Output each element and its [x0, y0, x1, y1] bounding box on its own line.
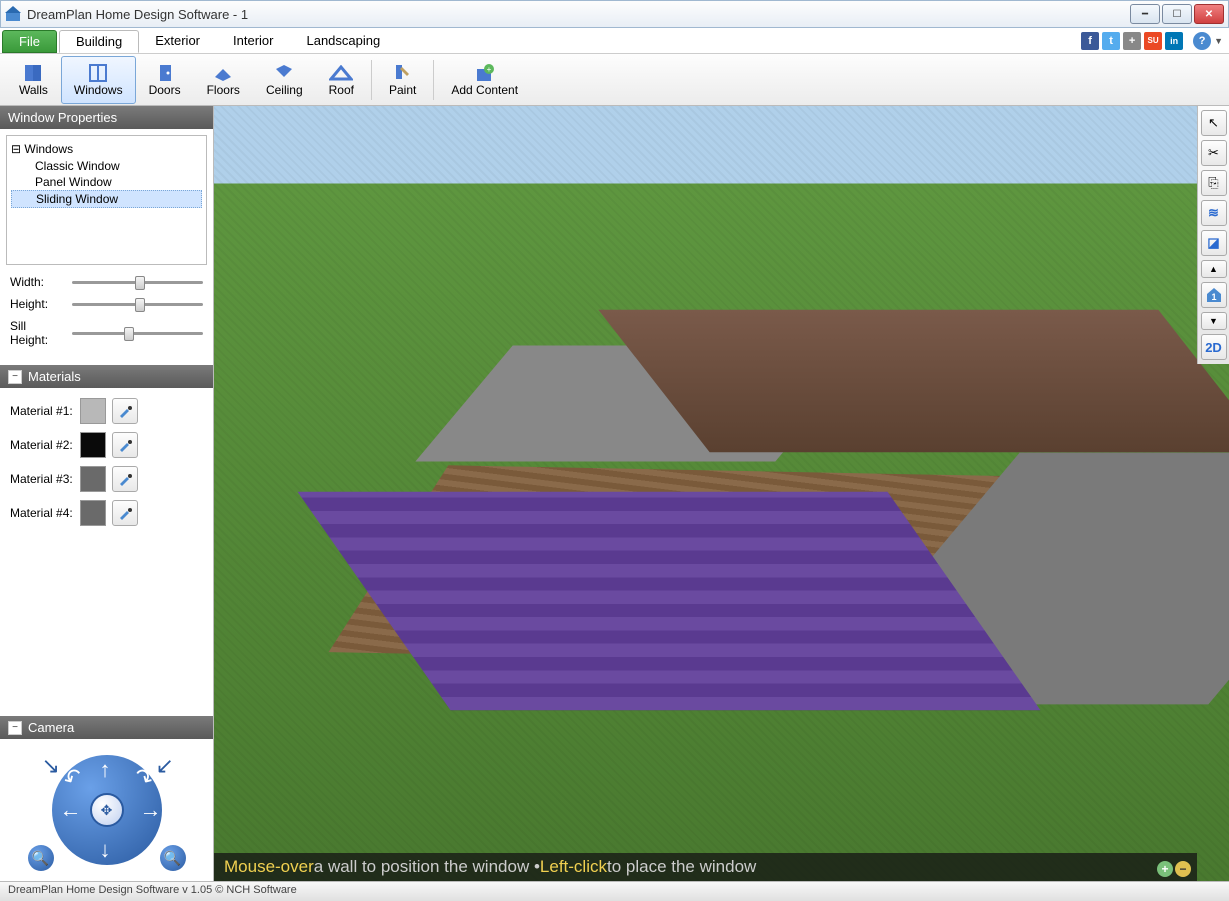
material-row-3: Material #3: — [6, 462, 207, 496]
floors-icon — [211, 63, 235, 83]
camera-left-icon[interactable]: ← — [60, 797, 82, 823]
hint-minus-icon[interactable]: − — [1175, 861, 1191, 877]
sidebar: Window Properties ⊟ Windows Classic Wind… — [0, 106, 214, 881]
file-menu[interactable]: File — [2, 30, 57, 53]
add-content-button[interactable]: + Add Content — [438, 56, 531, 104]
material-4-picker[interactable] — [112, 500, 138, 526]
material-row-4: Material #4: — [6, 496, 207, 530]
properties-header: Window Properties — [0, 106, 213, 129]
help-icon[interactable]: ? — [1193, 32, 1211, 50]
window-tree[interactable]: ⊟ Windows Classic Window Panel Window Sl… — [6, 135, 207, 265]
collapse-camera-icon[interactable]: − — [8, 721, 22, 735]
help-dropdown-icon[interactable]: ▼ — [1214, 36, 1223, 46]
zoom-in-icon[interactable]: 🔍 — [160, 845, 186, 871]
ceiling-icon — [272, 63, 296, 83]
walls-button[interactable]: Walls — [6, 56, 61, 104]
camera-down-icon[interactable]: ↓ — [100, 837, 111, 863]
svg-text:1: 1 — [1211, 292, 1216, 302]
zoom-out-icon[interactable]: 🔍 — [28, 845, 54, 871]
twitter-icon[interactable]: t — [1102, 32, 1120, 50]
sill-slider[interactable] — [72, 332, 203, 335]
tab-landscaping[interactable]: Landscaping — [290, 28, 397, 53]
paint-button[interactable]: Paint — [376, 56, 429, 104]
add-content-icon: + — [473, 63, 497, 83]
tree-item-panel[interactable]: Panel Window — [11, 174, 202, 190]
paint-icon — [391, 63, 415, 83]
stumble-icon[interactable]: SU — [1144, 32, 1162, 50]
wall-back — [598, 310, 1229, 453]
minimize-button[interactable]: ━ — [1130, 4, 1160, 24]
camera-header: − Camera — [0, 716, 213, 739]
cursor-tool[interactable]: ↖ — [1201, 110, 1227, 136]
doors-button[interactable]: Doors — [136, 56, 194, 104]
material-4-swatch[interactable] — [80, 500, 106, 526]
material-1-picker[interactable] — [112, 398, 138, 424]
facebook-icon[interactable]: f — [1081, 32, 1099, 50]
camera-control: ↑ ↓ ← → ↶ ↷ ↘ ↙ ✥ 🔍 🔍 — [22, 745, 192, 875]
camera-right-icon[interactable]: → — [140, 797, 162, 823]
tree-root[interactable]: ⊟ Windows — [11, 140, 202, 158]
camera-title: Camera — [28, 720, 74, 735]
height-label: Height: — [10, 297, 66, 311]
menu-bar: File Building Exterior Interior Landscap… — [0, 28, 1229, 54]
camera-tilt-left-icon[interactable]: ↘ — [42, 753, 60, 779]
maximize-button[interactable]: ☐ — [1162, 4, 1192, 24]
app-icon — [5, 6, 21, 22]
hint-bar: Mouse-over a wall to position the window… — [214, 853, 1197, 881]
width-label: Width: — [10, 275, 66, 289]
height-slider[interactable] — [72, 303, 203, 306]
floor-down-button[interactable]: ▼ — [1201, 312, 1227, 330]
materials-header: − Materials — [0, 365, 213, 388]
layer-tool[interactable]: ≋ — [1201, 200, 1227, 226]
window-title: DreamPlan Home Design Software - 1 — [27, 7, 1130, 22]
tab-building[interactable]: Building — [59, 30, 139, 53]
cut-tool[interactable]: ✂ — [1201, 140, 1227, 166]
tab-interior[interactable]: Interior — [217, 28, 290, 53]
material-3-swatch[interactable] — [80, 466, 106, 492]
share-icon[interactable]: + — [1123, 32, 1141, 50]
width-slider[interactable] — [72, 281, 203, 284]
properties-title: Window Properties — [8, 110, 117, 125]
camera-center-icon[interactable]: ✥ — [90, 793, 124, 827]
hint-plus-icon[interactable]: + — [1157, 861, 1173, 877]
tree-item-sliding[interactable]: Sliding Window — [11, 190, 202, 208]
material-row-1: Material #1: — [6, 394, 207, 428]
status-bar: DreamPlan Home Design Software v 1.05 © … — [0, 881, 1229, 901]
floor-indicator[interactable]: 1 — [1201, 282, 1227, 308]
floor-up-button[interactable]: ▲ — [1201, 260, 1227, 278]
camera-tilt-right-icon[interactable]: ↙ — [156, 753, 174, 779]
camera-up-icon[interactable]: ↑ — [100, 757, 111, 783]
ceiling-button[interactable]: Ceiling — [253, 56, 316, 104]
roof-button[interactable]: Roof — [316, 56, 367, 104]
view-2d-button[interactable]: 2D — [1201, 334, 1227, 360]
tree-item-classic[interactable]: Classic Window — [11, 158, 202, 174]
copy-tool[interactable]: ⎘ — [1201, 170, 1227, 196]
materials-title: Materials — [28, 369, 81, 384]
collapse-materials-icon[interactable]: − — [8, 370, 22, 384]
material-row-2: Material #2: — [6, 428, 207, 462]
windows-icon — [86, 63, 110, 83]
material-3-picker[interactable] — [112, 466, 138, 492]
tab-exterior[interactable]: Exterior — [139, 28, 217, 53]
toolbar: Walls Windows Doors Floors Ceiling Roof … — [0, 54, 1229, 106]
right-toolbar: ↖ ✂ ⎘ ≋ ◪ ▲ 1 ▼ 2D — [1197, 106, 1229, 364]
walls-icon — [21, 63, 45, 83]
windows-button[interactable]: Windows — [61, 56, 136, 104]
doors-icon — [153, 63, 177, 83]
svg-text:+: + — [486, 65, 491, 74]
linkedin-icon[interactable]: in — [1165, 32, 1183, 50]
material-2-swatch[interactable] — [80, 432, 106, 458]
floors-button[interactable]: Floors — [194, 56, 253, 104]
material-2-picker[interactable] — [112, 432, 138, 458]
material-1-swatch[interactable] — [80, 398, 106, 424]
roof-icon — [329, 63, 353, 83]
title-bar: DreamPlan Home Design Software - 1 ━ ☐ ✕ — [0, 0, 1229, 28]
close-button[interactable]: ✕ — [1194, 4, 1224, 24]
sill-label: Sill Height: — [10, 319, 66, 347]
box-tool[interactable]: ◪ — [1201, 230, 1227, 256]
3d-viewport[interactable]: ↖ ✂ ⎘ ≋ ◪ ▲ 1 ▼ 2D Mouse-over a wall to … — [214, 106, 1229, 881]
